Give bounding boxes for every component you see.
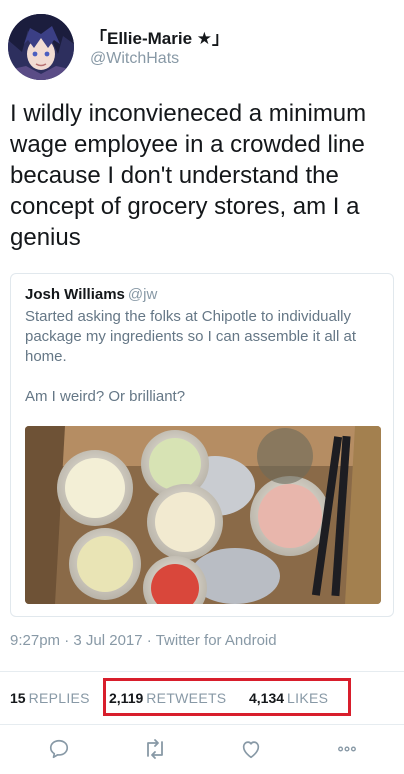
tweet-source[interactable]: Twitter for Android bbox=[156, 632, 277, 649]
tweet-meta: 9:27pm · 3 Jul 2017 · Twitter for Androi… bbox=[10, 632, 277, 649]
quoted-tweet-text: Started asking the folks at Chipotle to … bbox=[25, 307, 381, 407]
divider bbox=[0, 724, 404, 725]
quoted-author-handle: @jw bbox=[127, 286, 158, 303]
tweet-actions bbox=[0, 734, 404, 766]
like-button[interactable] bbox=[236, 734, 266, 764]
meta-separator: · bbox=[146, 632, 152, 649]
replies-label: REPLIES bbox=[28, 690, 90, 706]
quoted-text-paragraph: Started asking the folks at Chipotle to … bbox=[25, 308, 357, 365]
quoted-tweet-photo[interactable] bbox=[25, 426, 381, 604]
highlight-box bbox=[103, 678, 351, 716]
more-button[interactable] bbox=[332, 734, 362, 764]
avatar[interactable] bbox=[8, 14, 74, 80]
tweet-date[interactable]: 3 Jul 2017 bbox=[73, 632, 142, 649]
quoted-author[interactable]: Josh Williams @jw bbox=[25, 286, 157, 303]
retweet-button[interactable] bbox=[140, 734, 170, 764]
tweet-time[interactable]: 9:27pm bbox=[10, 632, 60, 649]
tweet-detail: 「Ellie-Marie ★」 @WitchHats I wildly inco… bbox=[0, 0, 404, 774]
more-icon bbox=[338, 746, 356, 752]
reply-icon bbox=[49, 739, 69, 759]
replies-count: 15 bbox=[10, 690, 26, 706]
tweet-text: I wildly inconvieneced a minimum wage em… bbox=[10, 100, 367, 251]
meta-separator: · bbox=[64, 632, 70, 649]
tweet-header: 「Ellie-Marie ★」 @WitchHats bbox=[8, 14, 398, 80]
quoted-author-name: Josh Williams bbox=[25, 286, 125, 303]
replies-stat[interactable]: 15 REPLIES bbox=[10, 690, 90, 706]
author-display-name[interactable]: 「Ellie-Marie ★」 bbox=[90, 24, 229, 49]
like-icon bbox=[242, 741, 260, 759]
quoted-text-paragraph: Am I weird? Or brilliant? bbox=[25, 388, 186, 405]
quoted-tweet[interactable]: Josh Williams @jw Started asking the folk… bbox=[10, 273, 394, 617]
retweet-icon bbox=[147, 739, 163, 759]
divider bbox=[0, 671, 404, 672]
reply-button[interactable] bbox=[44, 734, 74, 764]
author-handle[interactable]: @WitchHats bbox=[90, 50, 179, 68]
